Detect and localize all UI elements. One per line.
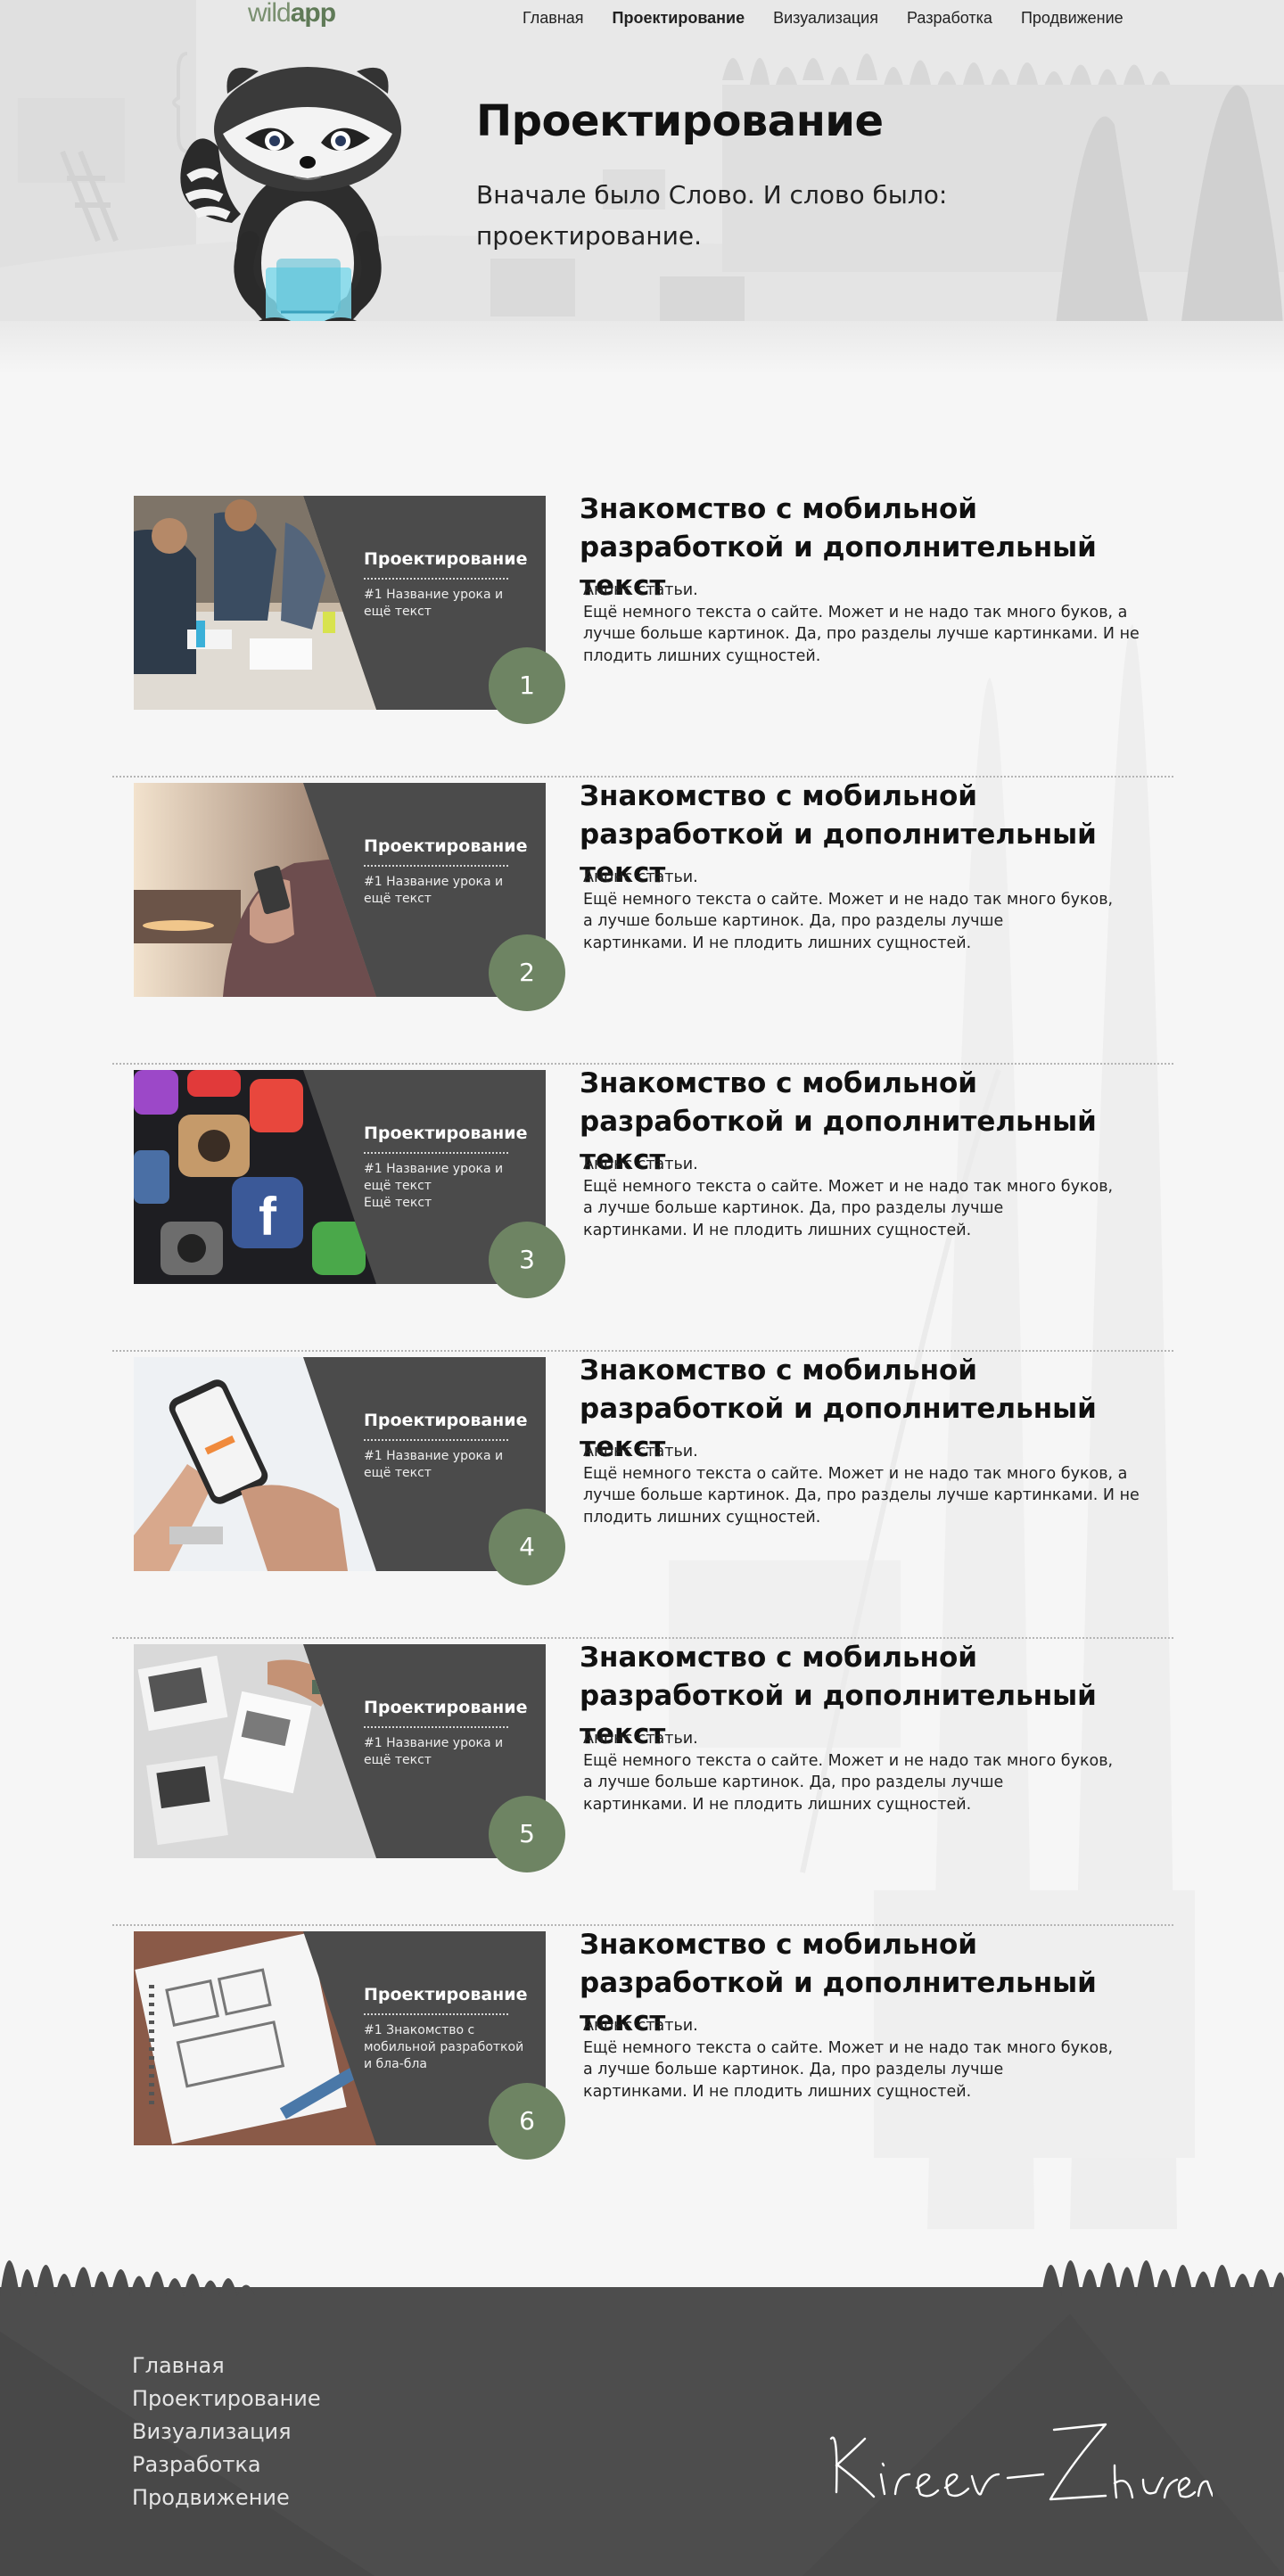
lesson-photo-wireframe-sketch xyxy=(134,1931,376,2145)
card-lesson-name: #1 Название урока и ещё текст Ещё текст xyxy=(364,1162,504,1210)
lesson-item[interactable]: Проектирование #1 Знакомство с мобильной… xyxy=(112,1926,1173,2213)
lesson-number-badge: 2 xyxy=(489,934,565,1011)
card-divider xyxy=(364,1152,508,1154)
lesson-photo-desk-papers xyxy=(134,1644,376,1858)
card-category-label: Проектирование xyxy=(364,1985,528,2004)
footer-link-visualization[interactable]: Визуализация xyxy=(132,2416,321,2448)
lesson-announcement: Анонс статьи. Ещё немного текста о сайте… xyxy=(583,1443,1140,1527)
card-lesson-name: #1 Название урока и ещё текст xyxy=(364,875,504,906)
footer-link-promotion[interactable]: Продвижение xyxy=(132,2481,321,2514)
card-lesson-name: #1 Название урока и ещё текст xyxy=(364,1449,504,1480)
main-nav: Главная Проектирование Визуализация Разр… xyxy=(508,0,1138,36)
lesson-announcement: Анонс статьи. Ещё немного текста о сайте… xyxy=(583,581,1140,665)
raccoon-mascot-illustration xyxy=(180,67,401,357)
lesson-number-badge: 1 xyxy=(489,647,565,724)
lesson-number-badge: 5 xyxy=(489,1796,565,1872)
page-subtitle: Вначале было Слово. И слово было: проект… xyxy=(476,180,948,251)
lesson-photo-app-icons: f xyxy=(134,1070,376,1284)
nav-item-development[interactable]: Разработка xyxy=(893,0,1007,36)
nav-item-visualization[interactable]: Визуализация xyxy=(759,0,893,36)
lesson-card[interactable]: Проектирование #1 Название урока и ещё т… xyxy=(134,496,565,724)
card-divider xyxy=(364,2013,508,2015)
logo-wordmark: wildapp xyxy=(248,0,336,28)
lesson-item[interactable]: Проектирование #1 Название урока и ещё т… xyxy=(112,778,1173,1065)
footer-nav: Главная Проектирование Визуализация Разр… xyxy=(132,2350,321,2514)
site-logo[interactable]: wildapp xyxy=(248,0,358,32)
footer-link-design[interactable]: Проектирование xyxy=(132,2383,321,2416)
card-lesson-name: #1 Название урока и ещё текст xyxy=(364,1736,504,1767)
card-category-label: Проектирование xyxy=(364,1698,528,1717)
lesson-announcement: Анонс статьи. Ещё немного текста о сайте… xyxy=(583,1730,1114,1814)
card-divider xyxy=(364,578,508,580)
lesson-card[interactable]: f Проектирование #1 Название урока и ещё… xyxy=(134,1070,565,1298)
lesson-item[interactable]: Проектирование #1 Название урока и ещё т… xyxy=(112,1352,1173,1639)
nav-item-home[interactable]: Главная xyxy=(508,0,598,36)
lesson-card[interactable]: Проектирование #1 Название урока и ещё т… xyxy=(134,783,565,1011)
svg-text:f: f xyxy=(259,1187,277,1247)
lesson-item[interactable]: Проектирование #1 Название урока и ещё т… xyxy=(112,490,1173,778)
lesson-number-badge: 6 xyxy=(489,2083,565,2160)
lesson-number-badge: 3 xyxy=(489,1222,565,1298)
nav-item-design[interactable]: Проектирование xyxy=(598,0,760,36)
card-category-label: Проектирование xyxy=(364,549,528,569)
hero-fade xyxy=(0,321,1284,374)
lesson-item[interactable]: f Проектирование #1 Название урока и ещё… xyxy=(112,1065,1173,1352)
lesson-card[interactable]: Проектирование #1 Знакомство с мобильной… xyxy=(134,1931,565,2160)
lesson-card[interactable]: Проектирование #1 Название урока и ещё т… xyxy=(134,1357,565,1585)
lesson-announcement: Анонс статьи. Ещё немного текста о сайте… xyxy=(583,868,1114,952)
lesson-photo-team-meeting xyxy=(134,496,376,710)
lesson-item[interactable]: Проектирование #1 Название урока и ещё т… xyxy=(112,1639,1173,1926)
card-divider xyxy=(364,865,508,867)
hero: wildapp Главная Проектирование Визуализа… xyxy=(0,0,1284,357)
lesson-photo-hands-phone xyxy=(134,1357,376,1571)
card-lesson-name: #1 Знакомство с мобильной разработкой и … xyxy=(364,2023,524,2071)
footer-link-development[interactable]: Разработка xyxy=(132,2448,321,2481)
lesson-announcement: Анонс статьи. Ещё немного текста о сайте… xyxy=(583,2017,1114,2101)
lesson-announcement: Анонс статьи. Ещё немного текста о сайте… xyxy=(583,1156,1114,1239)
lesson-number-badge: 4 xyxy=(489,1509,565,1585)
card-divider xyxy=(364,1439,508,1441)
card-lesson-name: #1 Название урока и ещё текст xyxy=(364,588,504,619)
lesson-card[interactable]: Проектирование #1 Название урока и ещё т… xyxy=(134,1644,565,1872)
card-category-label: Проектирование xyxy=(364,836,528,856)
site-footer: Главная Проектирование Визуализация Разр… xyxy=(0,2225,1284,2576)
page-title: Проектирование xyxy=(476,96,884,146)
lesson-photo-phone-sunset xyxy=(134,783,376,997)
page: wildapp Главная Проектирование Визуализа… xyxy=(0,0,1284,2576)
card-category-label: Проектирование xyxy=(364,1411,528,1430)
nav-item-promotion[interactable]: Продвижение xyxy=(1007,0,1138,36)
author-signature xyxy=(829,2423,1213,2501)
card-divider xyxy=(364,1726,508,1728)
footer-link-home[interactable]: Главная xyxy=(132,2350,321,2383)
card-category-label: Проектирование xyxy=(364,1123,528,1143)
